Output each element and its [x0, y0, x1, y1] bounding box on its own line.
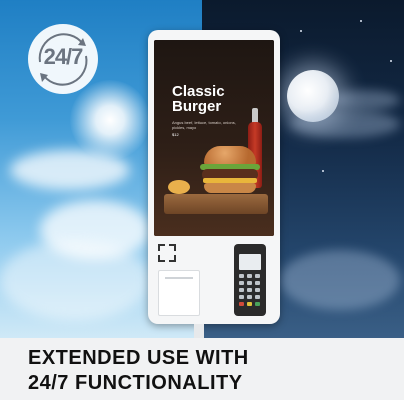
- caption-line2: 24/7 FUNCTIONALITY: [28, 372, 243, 394]
- badge-text: 24/7: [43, 44, 84, 69]
- keypad-key: [255, 302, 260, 306]
- cloud-icon: [0, 240, 150, 320]
- caption-line1: EXTENDED USE WITH: [28, 347, 249, 369]
- keypad-key: [255, 274, 260, 278]
- terminal-screen: [239, 254, 261, 270]
- menu-title-line1: Classic: [172, 83, 225, 100]
- cloud-icon: [10, 150, 130, 190]
- keypad-key: [247, 302, 252, 306]
- keypad-key: [255, 281, 260, 285]
- keypad-key: [239, 274, 244, 278]
- bun-top: [204, 146, 256, 166]
- caption-banner: EXTENDED USE WITH 24/7 FUNCTIONALITY: [0, 338, 404, 400]
- star-icon: [300, 30, 302, 32]
- menu-price: $12: [172, 132, 179, 137]
- menu-description: Angus beef, lettuce, tomato, onions, pic…: [172, 120, 236, 130]
- keypad-key: [255, 295, 260, 299]
- keypad-key: [239, 288, 244, 292]
- burger-image: [200, 146, 260, 202]
- bun-bottom: [204, 183, 256, 193]
- scanner-corner: [169, 244, 176, 251]
- night-cloud-icon: [290, 110, 400, 138]
- star-icon: [322, 170, 324, 172]
- menu-title: Classic Burger: [172, 84, 225, 114]
- night-cloud-icon: [330, 90, 400, 110]
- hero-image: 24/7 Classic Burger Angus beef, lettuce,…: [0, 0, 404, 400]
- scanner-corner: [169, 255, 176, 262]
- keypad-key: [255, 288, 260, 292]
- printer-slot: [165, 277, 193, 279]
- scanner-corner: [158, 255, 165, 262]
- 24-7-badge: 24/7: [28, 24, 98, 94]
- kiosk-stand: [194, 324, 204, 338]
- menu-title-line2: Burger: [172, 98, 222, 115]
- qr-scanner-icon: [158, 244, 176, 262]
- keypad-key: [247, 281, 252, 285]
- keypad-key: [239, 281, 244, 285]
- fries-icon: [168, 180, 190, 194]
- kiosk-screen[interactable]: Classic Burger Angus beef, lettuce, toma…: [154, 40, 274, 236]
- keypad-key: [239, 295, 244, 299]
- star-icon: [390, 60, 392, 62]
- terminal-keypad: [239, 274, 261, 308]
- self-order-kiosk: Classic Burger Angus beef, lettuce, toma…: [148, 30, 280, 324]
- keypad-key: [247, 288, 252, 292]
- keypad-key: [239, 302, 244, 306]
- night-cloud-icon: [280, 250, 400, 310]
- keypad-key: [247, 295, 252, 299]
- star-icon: [360, 20, 362, 22]
- receipt-printer: [158, 270, 200, 316]
- card-terminal[interactable]: [234, 244, 266, 316]
- keypad-key: [247, 274, 252, 278]
- scanner-corner: [158, 244, 165, 251]
